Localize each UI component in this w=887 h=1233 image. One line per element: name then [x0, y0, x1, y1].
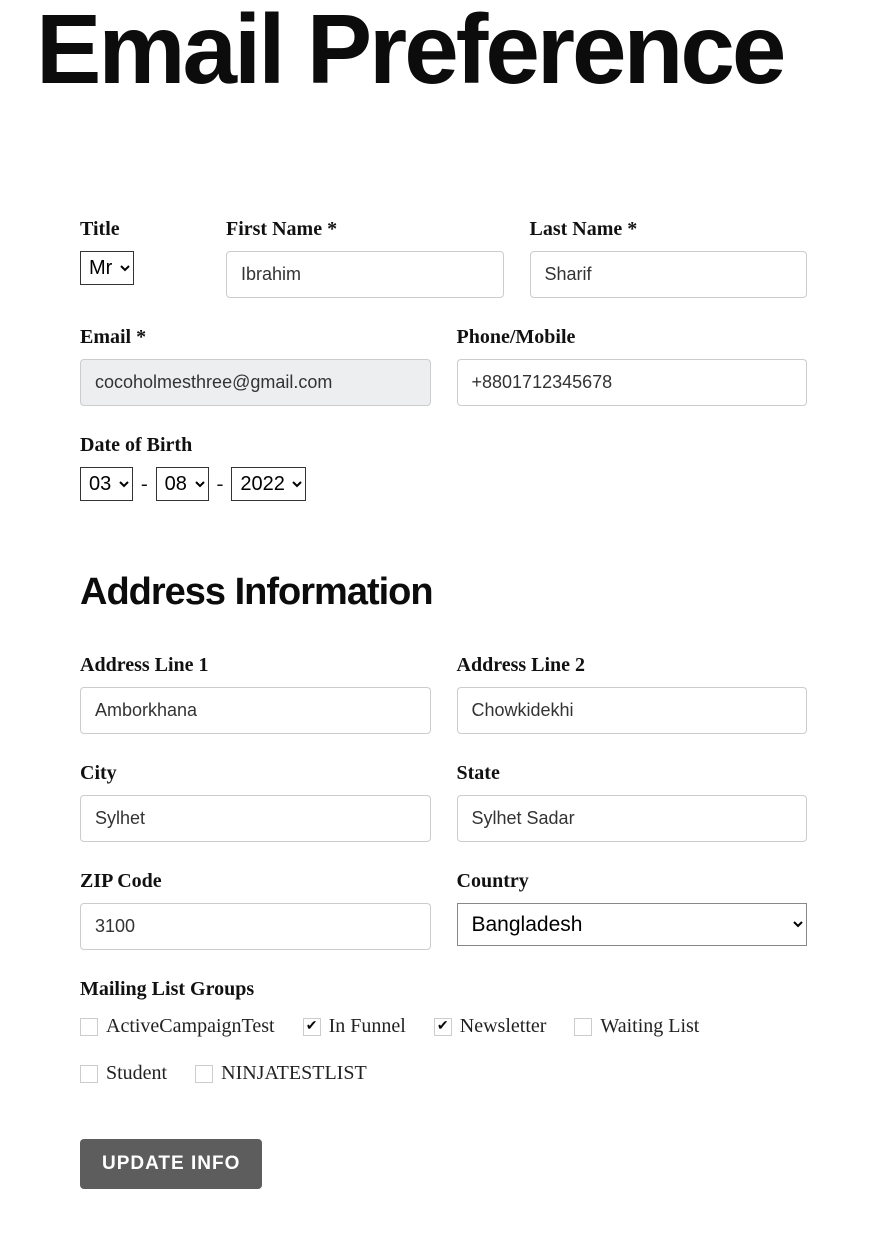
- zip-label: ZIP Code: [80, 870, 431, 893]
- checkbox-icon[interactable]: [80, 1065, 98, 1083]
- phone-input[interactable]: [457, 359, 808, 406]
- phone-label: Phone/Mobile: [457, 326, 808, 349]
- title-label: Title: [80, 218, 200, 241]
- address1-input[interactable]: [80, 687, 431, 734]
- dob-month-select[interactable]: 08: [156, 467, 209, 501]
- country-label: Country: [457, 870, 808, 893]
- mailing-list-label: Newsletter: [460, 1015, 547, 1038]
- mailing-list-item[interactable]: Student: [80, 1062, 167, 1085]
- city-input[interactable]: [80, 795, 431, 842]
- city-label: City: [80, 762, 431, 785]
- mailing-lists-label: Mailing List Groups: [80, 978, 807, 1001]
- mailing-list-label: Student: [106, 1062, 167, 1085]
- address1-label: Address Line 1: [80, 654, 431, 677]
- dob-day-select[interactable]: 03: [80, 467, 133, 501]
- address2-label: Address Line 2: [457, 654, 808, 677]
- address-section-title: Address Information: [80, 571, 807, 614]
- mailing-list-label: Waiting List: [600, 1015, 699, 1038]
- last-name-input[interactable]: [530, 251, 808, 298]
- address2-input[interactable]: [457, 687, 808, 734]
- mailing-list-item[interactable]: ActiveCampaignTest: [80, 1015, 275, 1038]
- checkbox-icon[interactable]: [574, 1018, 592, 1036]
- mailing-list-item[interactable]: NINJATESTLIST: [195, 1062, 367, 1085]
- dob-separator: -: [141, 473, 148, 496]
- country-select[interactable]: Bangladesh: [457, 903, 808, 946]
- first-name-label: First Name *: [226, 218, 504, 241]
- email-input: [80, 359, 431, 406]
- mailing-list-label: In Funnel: [329, 1015, 406, 1038]
- dob-year-select[interactable]: 2022: [231, 467, 306, 501]
- checkbox-icon[interactable]: [80, 1018, 98, 1036]
- mailing-list-group: ActiveCampaignTest In Funnel Newsletter Wai…: [80, 1015, 807, 1085]
- dob-label: Date of Birth: [80, 434, 807, 457]
- mailing-list-label: NINJATESTLIST: [221, 1062, 367, 1085]
- update-info-button[interactable]: UPDATE INFO: [80, 1139, 262, 1189]
- email-label: Email *: [80, 326, 431, 349]
- zip-input[interactable]: [80, 903, 431, 950]
- mailing-list-item[interactable]: Waiting List: [574, 1015, 699, 1038]
- first-name-input[interactable]: [226, 251, 504, 298]
- mailing-list-item[interactable]: In Funnel: [303, 1015, 406, 1038]
- state-label: State: [457, 762, 808, 785]
- mailing-list-label: ActiveCampaignTest: [106, 1015, 275, 1038]
- title-select[interactable]: Mr: [80, 251, 134, 285]
- checkbox-icon[interactable]: [195, 1065, 213, 1083]
- page-title: Email Preference: [36, 0, 887, 98]
- state-input[interactable]: [457, 795, 808, 842]
- checkbox-icon[interactable]: [303, 1018, 321, 1036]
- last-name-label: Last Name *: [530, 218, 808, 241]
- mailing-list-item[interactable]: Newsletter: [434, 1015, 547, 1038]
- checkbox-icon[interactable]: [434, 1018, 452, 1036]
- dob-separator: -: [217, 473, 224, 496]
